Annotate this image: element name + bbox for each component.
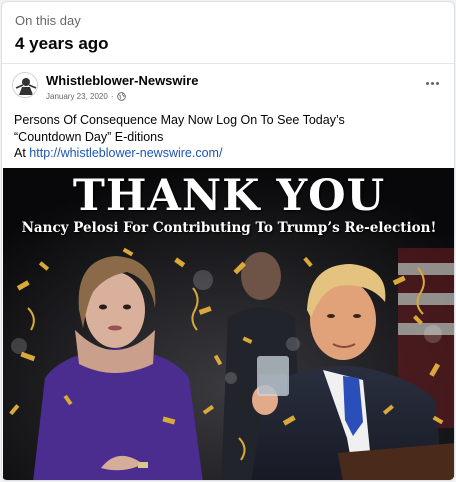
more-options-button[interactable] <box>420 74 444 92</box>
whistleblower-logo-icon <box>13 73 37 97</box>
post-text: Persons Of Consequence May Now Log On To… <box>14 112 444 162</box>
post-link[interactable]: http://whistleblower-newswire.com/ <box>29 146 222 160</box>
post-date[interactable]: January 23, 2020 <box>46 92 108 101</box>
memory-header: On this day 4 years ago <box>2 2 454 64</box>
author-name[interactable]: Whistleblower-Newswire <box>46 73 198 88</box>
more-dot-icon <box>425 81 429 85</box>
more-dot-icon <box>435 81 439 85</box>
memory-years-ago: 4 years ago <box>15 34 109 53</box>
meta-separator: · <box>110 92 114 101</box>
post-link-prefix: At <box>14 146 30 160</box>
post-header: Whistleblower-Newswire January 23, 2020 … <box>2 68 454 108</box>
image-headline: THANK YOU <box>72 171 386 221</box>
image-subline: Nancy Pelosi For Contributing To Trump’s… <box>21 220 437 236</box>
post-image[interactable]: THANK YOU Nancy Pelosi For Contributing … <box>3 168 454 480</box>
post-meta: January 23, 2020 · <box>46 92 126 101</box>
post-text-line-1: Persons Of Consequence May Now Log On To… <box>14 113 345 127</box>
avatar[interactable] <box>12 72 38 98</box>
more-dot-icon <box>430 81 434 85</box>
globe-icon <box>116 92 126 101</box>
post-link-line: At http://whistleblower-newswire.com/ <box>14 145 444 162</box>
memory-label: On this day <box>15 13 81 28</box>
post-text-line-2: “Countdown Day” E-ditions <box>14 129 164 144</box>
memory-card: On this day 4 years ago Whistleblower-Ne… <box>1 1 455 481</box>
